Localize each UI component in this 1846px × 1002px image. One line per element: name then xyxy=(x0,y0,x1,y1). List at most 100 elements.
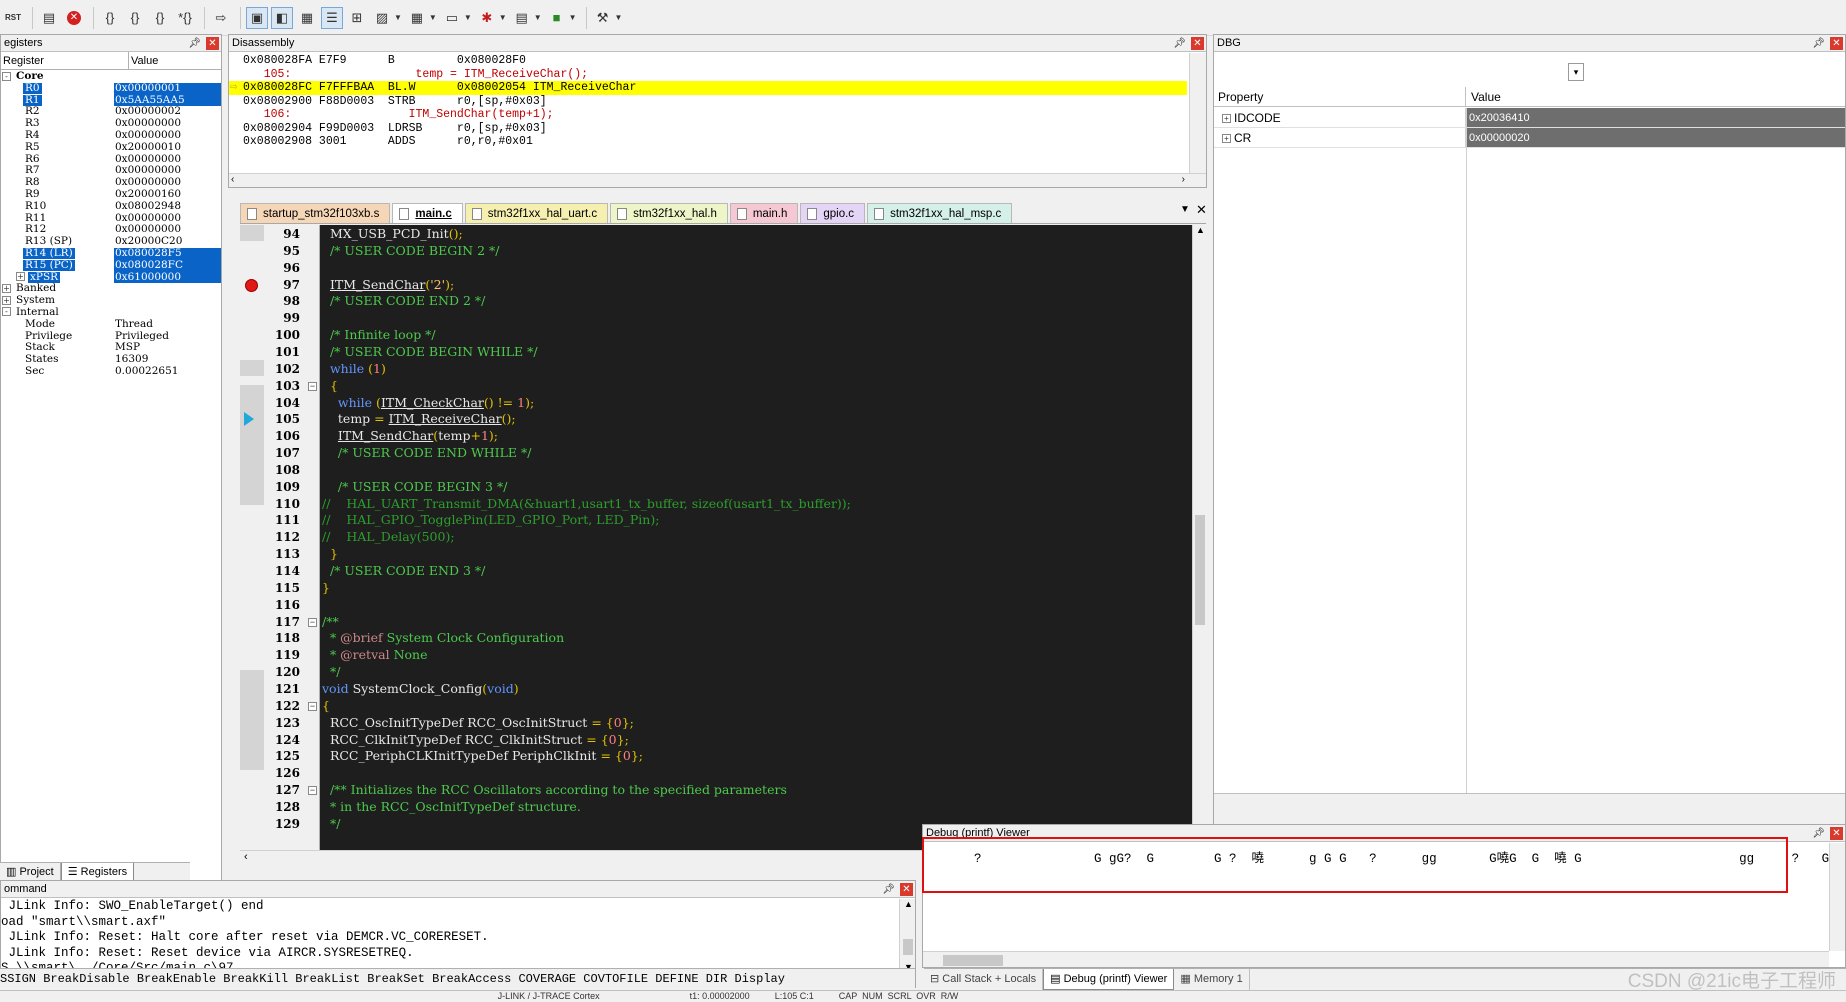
register-row[interactable]: R5 0x20000010 xyxy=(1,141,221,154)
dbg-property-value[interactable]: 0x00000020 xyxy=(1466,128,1845,147)
code-line[interactable]: RCC_ClkInitTypeDef RCC_ClkInitStruct = {… xyxy=(322,732,629,749)
command-window-icon[interactable]: ▣ xyxy=(246,6,268,29)
code-line[interactable]: { xyxy=(322,698,330,715)
register-row[interactable]: R13 (SP) 0x20000C20 xyxy=(1,235,221,248)
editor-close-icon[interactable]: ✕ xyxy=(1196,202,1207,218)
editor-vscrollbar[interactable]: ▲ ▼ xyxy=(1192,225,1207,850)
disassembly-instruction[interactable]: ⇨ 0x080028FC F7FFFBAA BL.W 0x08002054 ITM… xyxy=(229,80,1187,95)
fold-toggle-icon[interactable]: − xyxy=(308,381,317,391)
run-to-cursor-icon[interactable]: *{} xyxy=(174,7,196,29)
dbg-property-row[interactable]: + CR 0x00000020 xyxy=(1214,128,1845,148)
close-icon[interactable]: ✕ xyxy=(1191,37,1204,50)
chevron-down-icon[interactable]: ▾ xyxy=(1568,63,1584,81)
code-line[interactable]: ITM_SendChar('2'); xyxy=(322,277,454,294)
register-row[interactable]: R4 0x00000000 xyxy=(1,129,221,142)
code-line[interactable]: while (ITM_CheckChar() != 1); xyxy=(322,395,534,412)
pin-icon[interactable]: 📌︎ xyxy=(1812,35,1825,52)
register-value[interactable]: 0.00022651 xyxy=(114,365,221,378)
register-value[interactable]: 0x20000160 xyxy=(114,188,221,201)
dbg-property-row[interactable]: + IDCODE 0x20036410 xyxy=(1214,108,1845,128)
editor-tab[interactable]: main.h xyxy=(729,203,799,223)
doc-icon[interactable]: ▤ xyxy=(38,7,60,29)
register-row[interactable]: R15 (PC) 0x080028FC xyxy=(1,259,221,272)
close-icon[interactable]: ✕ xyxy=(1830,37,1843,50)
code-line[interactable]: RCC_PeriphCLKInitTypeDef PeriphClkInit =… xyxy=(322,748,643,765)
register-row[interactable]: R2 0x00000002 xyxy=(1,106,221,118)
close-icon[interactable]: ✕ xyxy=(900,883,913,896)
register-row[interactable]: - Core xyxy=(1,71,221,83)
code-line[interactable]: void SystemClock_Config(void) xyxy=(322,681,519,698)
step-into-icon[interactable]: {} xyxy=(99,7,121,29)
register-row[interactable]: + xPSR 0x61000000 xyxy=(1,271,221,284)
code-line[interactable]: /** Initializes the RCC Oscillators acco… xyxy=(322,782,787,799)
code-line[interactable]: /* USER CODE BEGIN 2 */ xyxy=(322,243,500,260)
code-line[interactable]: /* USER CODE BEGIN WHILE */ xyxy=(322,344,538,361)
register-row[interactable]: R7 0x00000000 xyxy=(1,165,221,177)
register-row[interactable]: + System xyxy=(1,295,221,307)
code-line[interactable]: /* USER CODE END 3 */ xyxy=(322,563,485,580)
register-value[interactable]: 0x61000000 xyxy=(114,271,221,284)
registers-window-icon[interactable]: ☰ xyxy=(321,6,343,29)
code-line[interactable]: /* USER CODE BEGIN 3 */ xyxy=(322,479,508,496)
code-line[interactable]: */ xyxy=(322,664,340,681)
command-hint-bar[interactable]: SSIGN BreakDisable BreakEnable BreakKill… xyxy=(0,968,915,988)
register-row[interactable]: R8 0x00000000 xyxy=(1,176,221,189)
editor-tab[interactable]: main.c xyxy=(392,203,463,223)
register-value[interactable]: 0x080028F5 xyxy=(114,247,221,260)
symbols-window-icon[interactable]: ▦ xyxy=(296,7,318,29)
pin-icon[interactable]: 📌︎ xyxy=(1173,35,1186,52)
editor-tab[interactable]: stm32f1xx_hal.h xyxy=(610,203,728,223)
register-value[interactable] xyxy=(114,283,221,295)
code-line[interactable]: * in the RCC_OscInitTypeDef structure. xyxy=(322,799,581,816)
scroll-right-icon[interactable]: › xyxy=(1182,174,1185,185)
register-row[interactable]: Mode Thread xyxy=(1,318,221,331)
register-value[interactable]: 0x080028FC xyxy=(114,259,221,272)
breakpoint-gutter[interactable] xyxy=(240,225,264,850)
pin-icon[interactable]: 📌︎ xyxy=(188,35,201,52)
editor-tab[interactable]: gpio.c xyxy=(800,203,866,223)
code-line[interactable]: RCC_OscInitTypeDef RCC_OscInitStruct = {… xyxy=(322,715,634,732)
disassembly-hscrollbar[interactable]: ‹ › xyxy=(229,173,1206,187)
dbg-property-value[interactable]: 0x20036410 xyxy=(1466,108,1845,127)
expand-icon[interactable]: + xyxy=(2,295,11,305)
stop-icon[interactable]: ✕ xyxy=(63,7,85,29)
toolbox-icon[interactable]: ⚒ xyxy=(592,7,614,29)
code-line[interactable]: * @brief System Clock Configuration xyxy=(322,630,564,647)
expand-icon[interactable]: + xyxy=(1222,114,1231,124)
code-line[interactable]: ITM_SendChar(temp+1); xyxy=(322,428,498,445)
value-column-header[interactable]: Value xyxy=(1466,87,1845,106)
breakpoint-icon[interactable] xyxy=(245,278,258,292)
code-line[interactable]: */ xyxy=(322,816,340,833)
fold-toggle-icon[interactable]: − xyxy=(308,617,317,627)
fold-toggle-icon[interactable]: − xyxy=(308,786,317,796)
register-row[interactable]: Privilege Privileged xyxy=(1,330,221,343)
close-icon[interactable]: ✕ xyxy=(1830,827,1843,840)
code-line[interactable]: while (1) xyxy=(322,361,386,378)
system-viewer-icon[interactable]: ■ xyxy=(546,7,568,29)
code-line[interactable]: /* USER CODE END WHILE */ xyxy=(322,445,532,462)
register-row[interactable]: R3 0x00000000 xyxy=(1,117,221,130)
close-icon[interactable]: ✕ xyxy=(206,37,219,50)
register-row[interactable]: - Internal xyxy=(1,307,221,319)
tab-call-stack[interactable]: ⊟ Call Stack + Locals xyxy=(924,969,1044,990)
register-row[interactable]: R1 0x5AA55AA5 xyxy=(1,94,221,107)
register-row[interactable]: R10 0x08002948 xyxy=(1,200,221,213)
editor-tab[interactable]: stm32f1xx_hal_uart.c xyxy=(464,203,609,223)
tab-debug-printf[interactable]: ▤ Debug (printf) Viewer xyxy=(1043,969,1175,990)
code-line[interactable]: // HAL_UART_Transmit_DMA(&huart1,usart1_… xyxy=(322,496,851,513)
scroll-left-icon[interactable]: ‹ xyxy=(231,174,234,185)
call-stack-icon[interactable]: ⊞ xyxy=(346,7,368,29)
code-line[interactable]: * @retval None xyxy=(322,647,428,664)
register-row[interactable]: States 16309 xyxy=(1,353,221,366)
memory-window-icon[interactable]: ▦ xyxy=(406,7,428,29)
disassembly-instruction[interactable]: 0x08002904 F99D0003 LDRSB r0,[sp,#0x03] xyxy=(229,122,1187,136)
disassembly-instruction[interactable]: 0x08002900 F88D0003 STRB r0,[sp,#0x03] xyxy=(229,95,1187,109)
collapse-icon[interactable]: - xyxy=(2,71,11,81)
scroll-left-icon[interactable]: ‹ xyxy=(244,851,248,863)
fold-toggle-icon[interactable]: − xyxy=(308,701,317,711)
step-out-icon[interactable]: {} xyxy=(149,7,171,29)
code-line[interactable]: } xyxy=(322,546,338,563)
value-column-header[interactable]: Value xyxy=(129,52,221,69)
editor-tab[interactable]: stm32f1xx_hal_msp.c xyxy=(867,203,1013,223)
disassembly-source-line[interactable]: 106: ITM_SendChar(temp+1); xyxy=(229,108,1187,122)
